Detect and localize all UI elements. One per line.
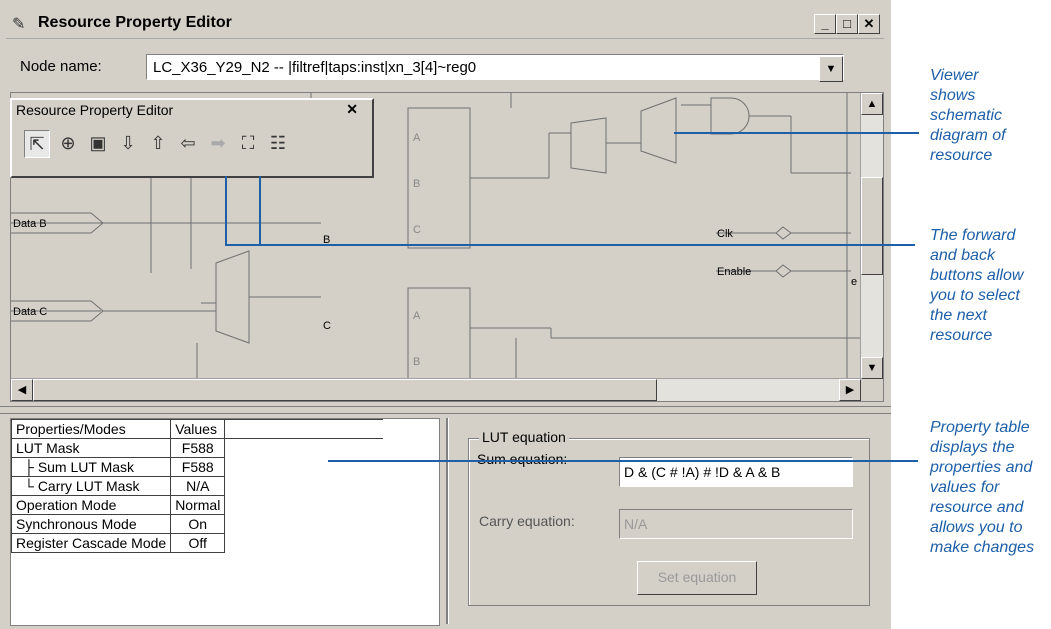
callout-line xyxy=(259,176,261,246)
signal-label: Clk xyxy=(717,228,733,240)
property-value[interactable]: On xyxy=(170,514,226,534)
table-row[interactable]: LUT Mask F588 xyxy=(10,438,384,458)
property-value[interactable]: Off xyxy=(170,533,226,553)
lut-equation-group: LUT equation Sum equation: D & (C # !A) … xyxy=(468,429,870,606)
callout-buttons: The forward and back buttons allow you to s… xyxy=(930,227,1024,344)
application-window: ✎ Resource Property Editor _ □ ✕ Node na… xyxy=(0,0,891,629)
scroll-thumb[interactable] xyxy=(33,379,657,401)
vertical-scrollbar[interactable]: ▲ ▼ xyxy=(860,93,883,379)
close-button[interactable]: ✕ xyxy=(858,14,880,34)
editor-app-icon: ✎ xyxy=(12,16,26,33)
node-name-value: LC_X36_Y29_N2 -- |filtref|taps:inst|xn_3… xyxy=(153,59,477,76)
signal-label: Data B xyxy=(13,218,47,230)
lut-equation-pane: LUT equation Sum equation: D & (C # !A) … xyxy=(452,418,890,624)
table-row[interactable]: Synchronous Mode On xyxy=(10,514,384,534)
property-value[interactable]: N/A xyxy=(170,476,226,496)
property-table: Properties/Modes Values LUT Mask F588 ├ … xyxy=(10,419,384,553)
scroll-up-icon[interactable]: ▲ xyxy=(861,93,883,115)
node-name-bar: Node name: LC_X36_Y29_N2 -- |filtref|tap… xyxy=(6,54,884,84)
pane-splitter[interactable] xyxy=(0,406,891,414)
close-icon[interactable]: ✕ xyxy=(346,101,358,118)
callout-line xyxy=(674,132,919,134)
table-row[interactable]: └ Carry LUT Mask N/A xyxy=(10,476,384,496)
minimize-button[interactable]: _ xyxy=(814,14,836,34)
scroll-right-icon[interactable]: ▶ xyxy=(839,379,861,401)
callout-line xyxy=(225,244,915,246)
pin-label: C xyxy=(413,224,421,236)
group-legend: LUT equation xyxy=(479,429,569,445)
node-name-combobox[interactable]: LC_X36_Y29_N2 -- |filtref|taps:inst|xn_3… xyxy=(146,54,844,82)
locate-icon[interactable]: ⛶ xyxy=(236,130,260,156)
sum-equation-label: Sum equation: xyxy=(477,451,568,467)
pane-divider xyxy=(446,418,449,624)
scroll-thumb[interactable] xyxy=(861,177,883,275)
column-header[interactable]: Properties/Modes xyxy=(10,419,172,439)
carry-equation-label: Carry equation: xyxy=(479,513,575,529)
view-netlist-icon[interactable]: ☷ xyxy=(266,130,290,156)
node-name-label: Node name: xyxy=(20,58,102,75)
property-name: ├ Sum LUT Mask xyxy=(10,457,172,477)
property-name: Operation Mode xyxy=(10,495,172,515)
property-name: Synchronous Mode xyxy=(10,514,172,534)
pin-label: B xyxy=(413,178,420,190)
table-row[interactable]: Operation Mode Normal xyxy=(10,495,384,515)
property-table-pane: Properties/Modes Values LUT Mask F588 ├ … xyxy=(10,418,440,626)
scroll-left-icon[interactable]: ◀ xyxy=(11,379,33,401)
zoom-tool-icon[interactable]: ⊕ xyxy=(56,130,80,156)
table-row[interactable]: Register Cascade Mode Off xyxy=(10,533,384,553)
property-value[interactable]: F588 xyxy=(170,457,226,477)
pin-label: B xyxy=(413,356,420,368)
fit-window-icon[interactable]: ▣ xyxy=(86,130,110,156)
pin-label: C xyxy=(323,320,331,332)
selection-tool-icon[interactable]: ⇱ xyxy=(24,130,50,158)
window-title: Resource Property Editor xyxy=(38,14,232,31)
property-value[interactable]: Normal xyxy=(170,495,226,515)
property-name: Register Cascade Mode xyxy=(10,533,172,553)
expand-icon[interactable]: ⇩ xyxy=(116,130,140,156)
chevron-down-icon[interactable]: ▼ xyxy=(819,56,843,82)
pin-label: A xyxy=(413,310,421,322)
callout-viewer: Viewer shows schematic diagram of resource xyxy=(930,67,1006,164)
signal-label: Data C xyxy=(13,306,47,318)
collapse-icon[interactable]: ⇧ xyxy=(146,130,170,156)
signal-label: Enable xyxy=(717,266,751,278)
title-bar: ✎ Resource Property Editor _ □ ✕ xyxy=(6,10,884,39)
property-name: LUT Mask xyxy=(10,438,172,458)
property-value[interactable]: F588 xyxy=(170,438,226,458)
carry-equation-field[interactable]: N/A xyxy=(619,509,853,539)
callout-line xyxy=(328,460,918,462)
property-name: └ Carry LUT Mask xyxy=(10,476,172,496)
maximize-button[interactable]: □ xyxy=(836,14,858,34)
scroll-down-icon[interactable]: ▼ xyxy=(861,357,883,379)
callout-property-table: Property table displays the properties and… xyxy=(930,419,1035,556)
horizontal-scrollbar[interactable]: ◀ ▶ xyxy=(11,378,861,401)
set-equation-button[interactable]: Set equation xyxy=(637,561,757,595)
forward-icon[interactable]: ➡ xyxy=(206,130,230,156)
pin-label: e xyxy=(851,276,857,288)
callout-line xyxy=(225,176,227,246)
floating-toolbar[interactable]: Resource Property Editor ✕ ⇱ ⊕ ▣ ⇩ ⇧ ⇦ ➡… xyxy=(10,98,374,178)
back-icon[interactable]: ⇦ xyxy=(176,130,200,156)
column-header[interactable]: Values xyxy=(170,419,226,439)
pin-label: A xyxy=(413,132,421,144)
toolbar-title: Resource Property Editor xyxy=(16,102,174,118)
